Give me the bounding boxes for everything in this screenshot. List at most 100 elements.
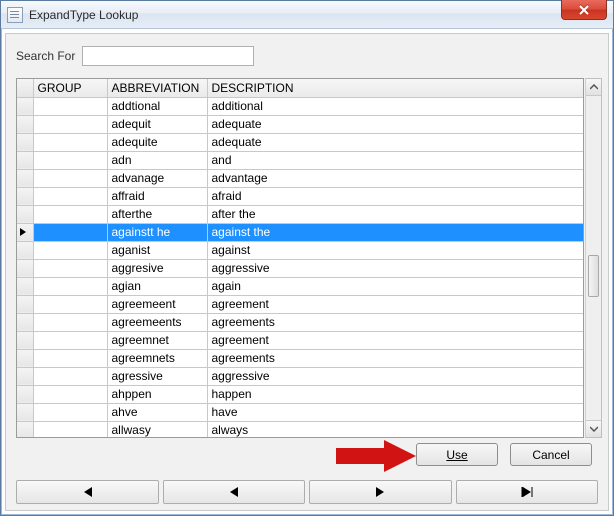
cell-group[interactable]	[33, 133, 107, 151]
table-row[interactable]: agreemnetagreement	[17, 331, 583, 349]
row-header[interactable]	[17, 367, 33, 385]
table-row[interactable]: affraidafraid	[17, 187, 583, 205]
cell-group[interactable]	[33, 97, 107, 115]
cell-abbr[interactable]: agreemeents	[107, 313, 207, 331]
cell-abbr[interactable]: adn	[107, 151, 207, 169]
cell-abbr[interactable]: agressive	[107, 367, 207, 385]
cell-group[interactable]	[33, 259, 107, 277]
scroll-thumb[interactable]	[588, 255, 599, 297]
cell-abbr[interactable]: afterthe	[107, 205, 207, 223]
table-row[interactable]: agianagain	[17, 277, 583, 295]
row-header[interactable]	[17, 223, 33, 241]
cell-desc[interactable]: additional	[207, 97, 583, 115]
scroll-down-button[interactable]	[586, 420, 601, 437]
cell-group[interactable]	[33, 205, 107, 223]
table-row[interactable]: addtionaladditional	[17, 97, 583, 115]
cell-desc[interactable]: agreement	[207, 295, 583, 313]
row-header[interactable]	[17, 151, 33, 169]
table-row[interactable]: advanageadvantage	[17, 169, 583, 187]
row-header[interactable]	[17, 205, 33, 223]
nav-next-button[interactable]	[309, 480, 452, 504]
data-grid[interactable]: GROUP ABBREVIATION DESCRIPTION addtional…	[16, 78, 584, 438]
row-header[interactable]	[17, 169, 33, 187]
cell-abbr[interactable]: ahve	[107, 403, 207, 421]
cell-group[interactable]	[33, 403, 107, 421]
table-row[interactable]: aganistagainst	[17, 241, 583, 259]
row-header[interactable]	[17, 403, 33, 421]
close-button[interactable]	[561, 0, 607, 20]
row-header[interactable]	[17, 313, 33, 331]
nav-prev-button[interactable]	[163, 480, 306, 504]
cell-abbr[interactable]: aggresive	[107, 259, 207, 277]
table-row[interactable]: ahppenhappen	[17, 385, 583, 403]
cell-desc[interactable]: against the	[207, 223, 583, 241]
table-row[interactable]: agreemeentsagreements	[17, 313, 583, 331]
table-row[interactable]: agreemnetsagreements	[17, 349, 583, 367]
row-header[interactable]	[17, 349, 33, 367]
row-header[interactable]	[17, 277, 33, 295]
cancel-button[interactable]: Cancel	[510, 443, 592, 466]
table-row[interactable]: agreemeentagreement	[17, 295, 583, 313]
table-row[interactable]: adnand	[17, 151, 583, 169]
row-header[interactable]	[17, 295, 33, 313]
row-header[interactable]	[17, 259, 33, 277]
nav-first-button[interactable]	[16, 480, 159, 504]
table-row[interactable]: adequiteadequate	[17, 133, 583, 151]
cell-group[interactable]	[33, 115, 107, 133]
cell-abbr[interactable]: agreemnets	[107, 349, 207, 367]
table-row[interactable]: agressiveaggressive	[17, 367, 583, 385]
row-header[interactable]	[17, 331, 33, 349]
cell-group[interactable]	[33, 187, 107, 205]
table-row[interactable]: aftertheafter the	[17, 205, 583, 223]
cell-desc[interactable]: against	[207, 241, 583, 259]
cell-desc[interactable]: adequate	[207, 133, 583, 151]
cell-abbr[interactable]: adequite	[107, 133, 207, 151]
table-row[interactable]: againstt heagainst the	[17, 223, 583, 241]
col-header-group[interactable]: GROUP	[33, 79, 107, 97]
cell-abbr[interactable]: agreemeent	[107, 295, 207, 313]
cell-abbr[interactable]: aganist	[107, 241, 207, 259]
cell-group[interactable]	[33, 367, 107, 385]
row-header[interactable]	[17, 133, 33, 151]
cell-desc[interactable]: afraid	[207, 187, 583, 205]
cell-abbr[interactable]: agian	[107, 277, 207, 295]
search-input[interactable]	[82, 46, 254, 66]
table-row[interactable]: allwasyalways	[17, 421, 583, 438]
scroll-up-button[interactable]	[586, 79, 601, 96]
cell-group[interactable]	[33, 421, 107, 438]
cell-abbr[interactable]: addtional	[107, 97, 207, 115]
cell-group[interactable]	[33, 223, 107, 241]
table-row[interactable]: ahvehave	[17, 403, 583, 421]
cell-desc[interactable]: adequate	[207, 115, 583, 133]
cell-abbr[interactable]: agreemnet	[107, 331, 207, 349]
cell-desc[interactable]: agreements	[207, 349, 583, 367]
cell-abbr[interactable]: adequit	[107, 115, 207, 133]
cell-desc[interactable]: happen	[207, 385, 583, 403]
row-header[interactable]	[17, 421, 33, 438]
cell-group[interactable]	[33, 277, 107, 295]
row-header[interactable]	[17, 241, 33, 259]
cell-abbr[interactable]: advanage	[107, 169, 207, 187]
cell-group[interactable]	[33, 295, 107, 313]
cell-group[interactable]	[33, 349, 107, 367]
cell-desc[interactable]: agreements	[207, 313, 583, 331]
col-header-desc[interactable]: DESCRIPTION	[207, 79, 583, 97]
cell-group[interactable]	[33, 313, 107, 331]
nav-last-button[interactable]	[456, 480, 599, 504]
cell-abbr[interactable]: ahppen	[107, 385, 207, 403]
cell-desc[interactable]: again	[207, 277, 583, 295]
table-row[interactable]: aggresiveaggressive	[17, 259, 583, 277]
cell-group[interactable]	[33, 331, 107, 349]
row-header[interactable]	[17, 97, 33, 115]
table-row[interactable]: adequitadequate	[17, 115, 583, 133]
cell-abbr[interactable]: affraid	[107, 187, 207, 205]
cell-group[interactable]	[33, 385, 107, 403]
cell-desc[interactable]: have	[207, 403, 583, 421]
cell-abbr[interactable]: allwasy	[107, 421, 207, 438]
cell-group[interactable]	[33, 151, 107, 169]
row-header[interactable]	[17, 115, 33, 133]
cell-desc[interactable]: always	[207, 421, 583, 438]
cell-group[interactable]	[33, 169, 107, 187]
vertical-scrollbar[interactable]	[585, 78, 602, 438]
row-header[interactable]	[17, 187, 33, 205]
